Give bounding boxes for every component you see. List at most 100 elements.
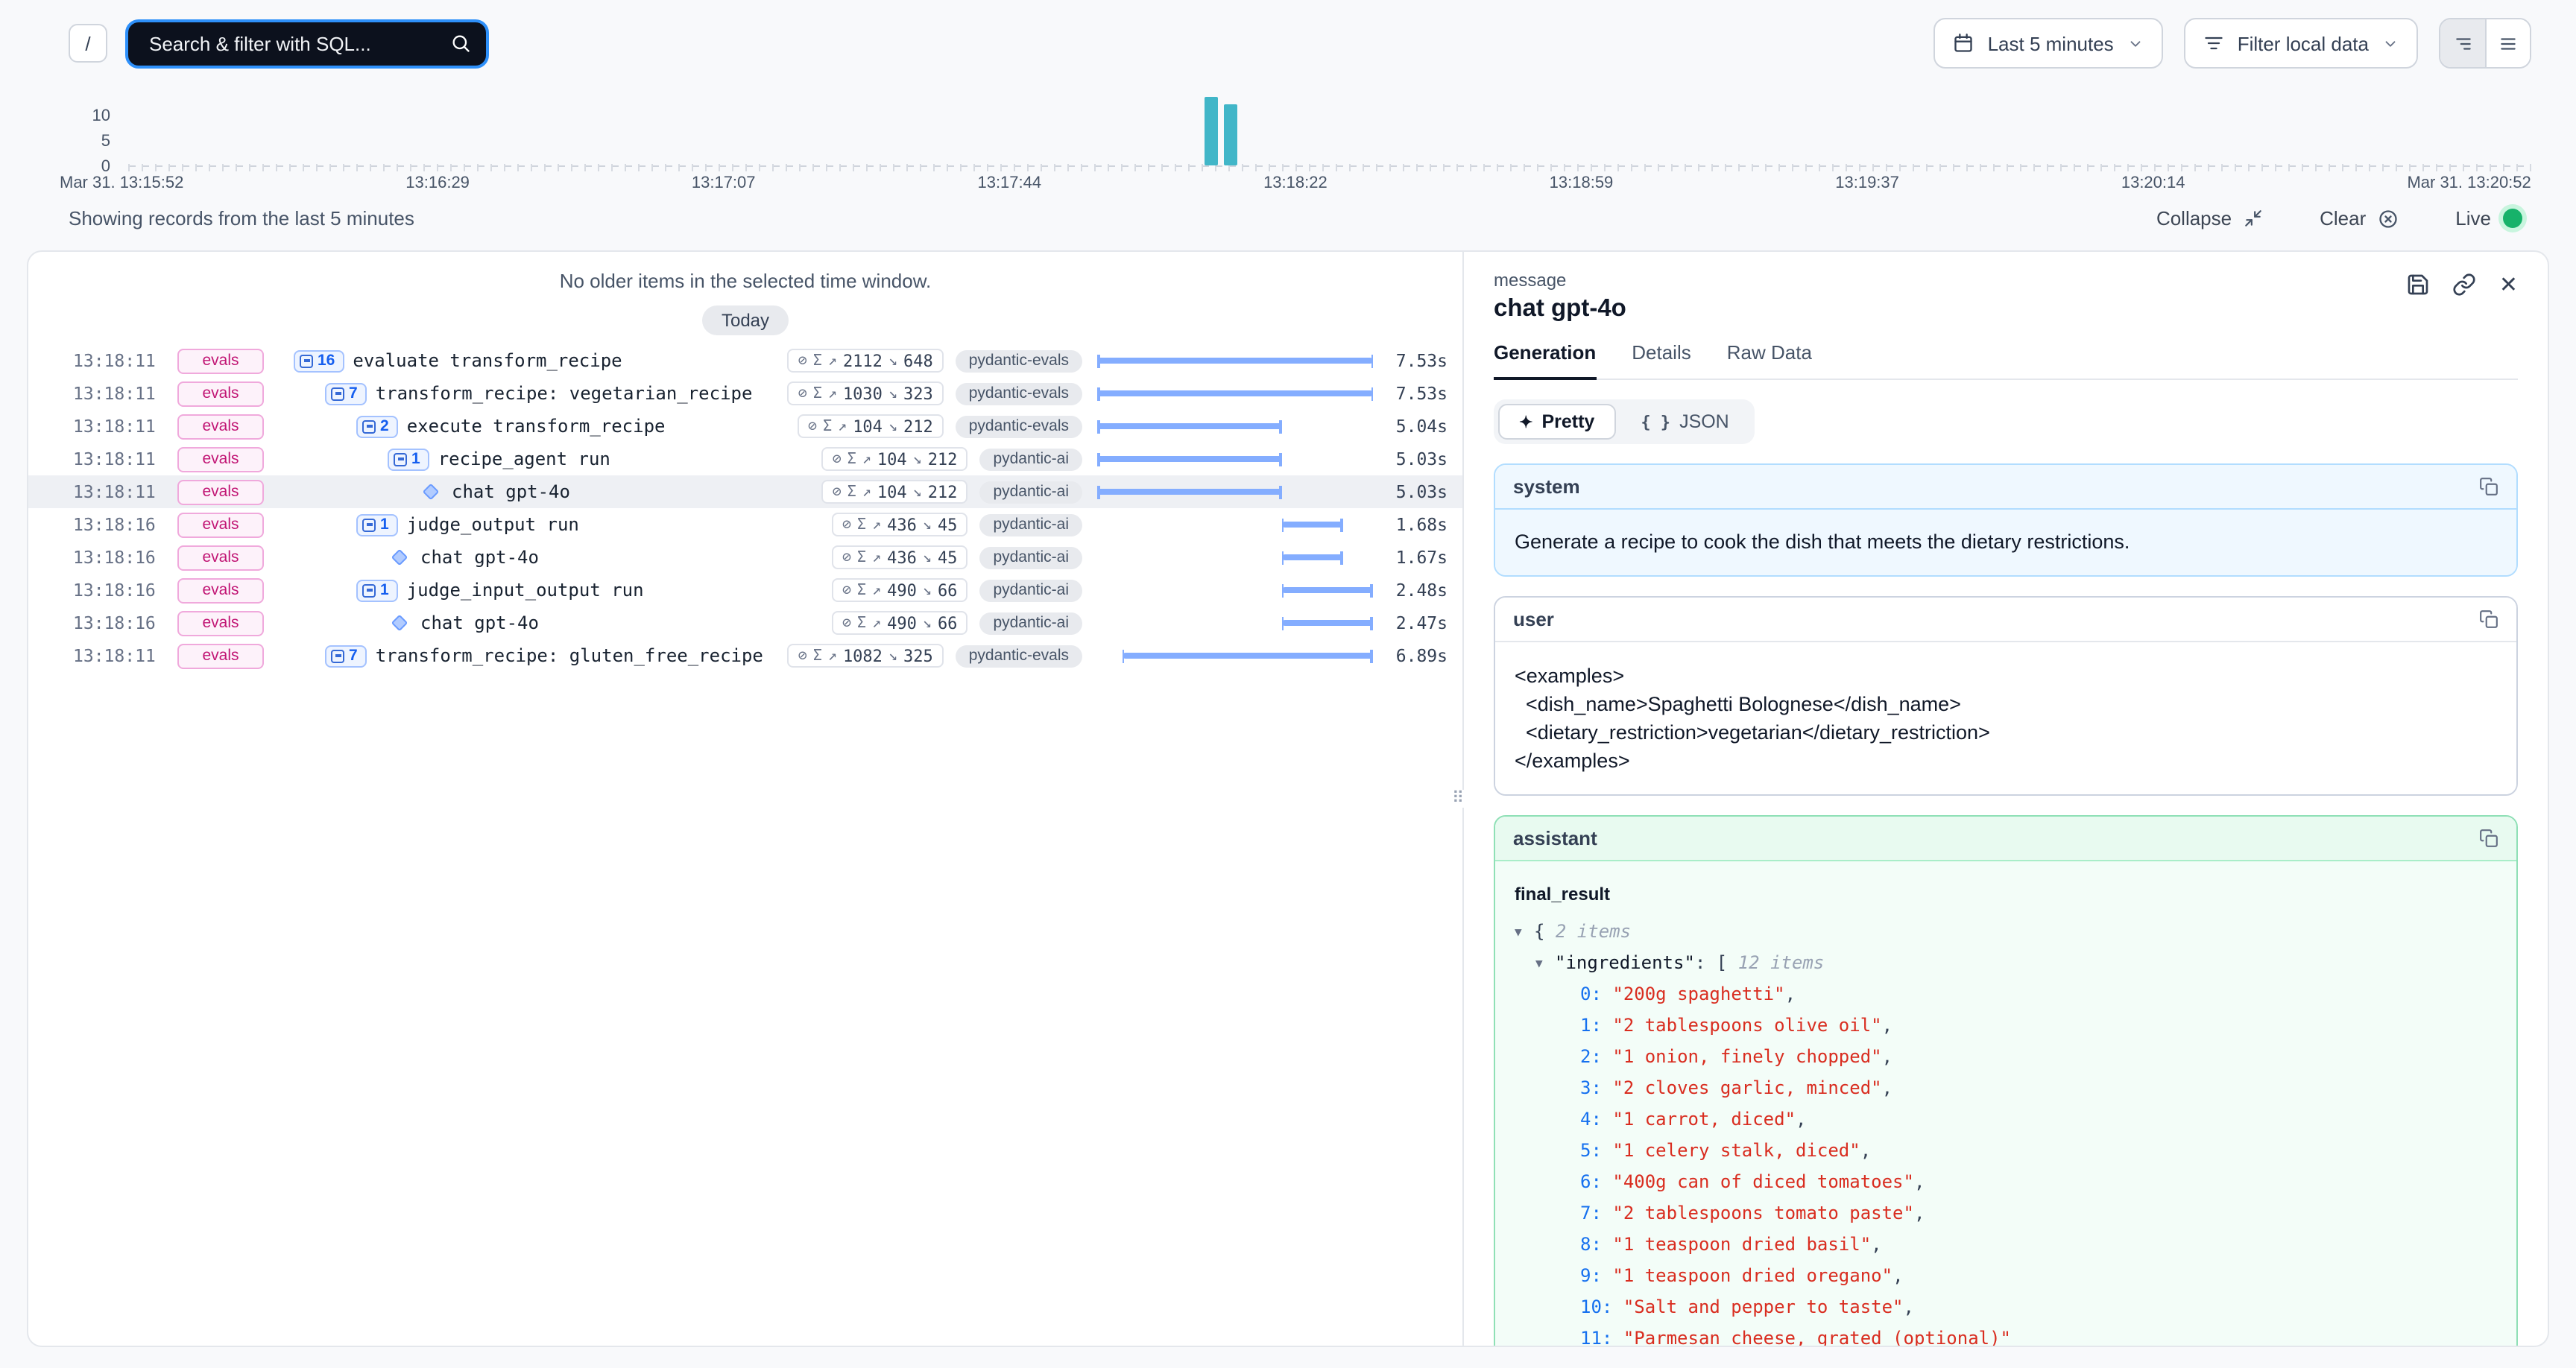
- live-label: Live: [2455, 207, 2491, 229]
- collapse-children-toggle[interactable]: 16: [294, 349, 344, 372]
- clear-label: Clear: [2320, 207, 2366, 229]
- trace-row[interactable]: 13:18:11evals2execute transform_recipe⊘Σ…: [28, 410, 1462, 443]
- user-message-card: user <examples> <dish_name>Spaghetti Bol…: [1494, 596, 2518, 796]
- timeline-cell: [1097, 612, 1373, 633]
- collapse-children-toggle[interactable]: 2: [356, 415, 398, 437]
- json-array-item: 3: "2 cloves garlic, minced",: [1580, 1073, 2497, 1104]
- copy-icon[interactable]: [2479, 609, 2498, 629]
- span-name: judge_output run: [407, 514, 579, 535]
- live-toggle[interactable]: Live: [2446, 206, 2531, 231]
- filter-local-data-select[interactable]: Filter local data: [2184, 18, 2418, 69]
- package-tag: pydantic-ai: [979, 546, 1082, 569]
- copy-icon[interactable]: [2479, 477, 2498, 496]
- output-tokens-value: 648: [903, 351, 933, 370]
- json-mode-button[interactable]: { } JSON: [1620, 404, 1749, 440]
- child-count: 7: [349, 647, 358, 665]
- record-kind-label: message: [1494, 270, 1626, 291]
- search-bar[interactable]: [125, 19, 489, 68]
- trace-row[interactable]: 13:18:11evals1recipe_agent run⊘Σ↗104↘212…: [28, 443, 1462, 475]
- chart-plot[interactable]: [128, 98, 2531, 167]
- row-timestamp: 13:18:11: [73, 383, 162, 404]
- assistant-message-card: assistant final_result ▼{ 2 items ▼"ingr…: [1494, 815, 2518, 1346]
- evals-badge[interactable]: evals: [177, 643, 264, 668]
- view-toggle-tree[interactable]: [2440, 19, 2485, 67]
- chart-tickmarks: [128, 164, 2531, 171]
- live-indicator-icon: [2503, 209, 2522, 228]
- trace-row[interactable]: 13:18:11evals16evaluate transform_recipe…: [28, 344, 1462, 377]
- collapse-children-toggle[interactable]: 1: [356, 579, 398, 601]
- evals-badge[interactable]: evals: [177, 479, 264, 504]
- evals-badge[interactable]: evals: [177, 545, 264, 570]
- output-tokens-icon: ↘: [888, 385, 897, 402]
- output-tokens-value: 66: [938, 613, 958, 633]
- timeline-cell: [1097, 449, 1373, 469]
- evals-badge[interactable]: evals: [177, 610, 264, 636]
- span-tree-cell: 1 judge_output run: [285, 513, 579, 536]
- duration-bar: [1097, 358, 1373, 364]
- evals-badge[interactable]: evals: [177, 381, 264, 406]
- evals-badge[interactable]: evals: [177, 414, 264, 439]
- json-index: 9:: [1580, 1265, 1612, 1286]
- token-usage-badge: ⊘Σ↗436↘45: [832, 513, 968, 536]
- json-array-item: 1: "2 tablespoons olive oil",: [1580, 1010, 2497, 1042]
- span-diamond-icon: [391, 615, 408, 632]
- child-count: 2: [380, 417, 389, 435]
- json-string-value: "200g spaghetti": [1612, 984, 1784, 1004]
- json-index: 10:: [1580, 1296, 1623, 1317]
- evals-badge[interactable]: evals: [177, 348, 264, 373]
- histogram-bar[interactable]: [1205, 97, 1218, 165]
- child-count: 1: [411, 450, 420, 468]
- detail-pane: message chat gpt-4o ✕ Generation Details…: [1464, 252, 2548, 1346]
- copy-link-icon[interactable]: [2453, 273, 2477, 297]
- json-array-item: 8: "1 teaspoon dried basil",: [1580, 1229, 2497, 1261]
- collapse-children-toggle[interactable]: 7: [325, 645, 367, 667]
- package-tag: pydantic-ai: [979, 448, 1082, 470]
- evals-badge[interactable]: evals: [177, 446, 264, 472]
- close-icon[interactable]: ✕: [2499, 273, 2518, 296]
- trace-row[interactable]: 13:18:11evalschat gpt-4o⊘Σ↗104↘212pydant…: [28, 475, 1462, 508]
- time-range-select[interactable]: Last 5 minutes: [1934, 18, 2163, 69]
- tab-raw-data[interactable]: Raw Data: [1727, 341, 1812, 379]
- search-input[interactable]: [146, 31, 441, 56]
- trace-row[interactable]: 13:18:11 evals 7transform_recipe: vegetari…: [28, 377, 1462, 410]
- trace-row[interactable]: 13:18:16evalschat gpt-4o⊘Σ↗436↘45pydanti…: [28, 541, 1462, 574]
- no-cache-icon: ⊘: [833, 451, 842, 467]
- showing-records-text: Showing records from the last 5 minutes: [69, 207, 414, 229]
- histogram-bar[interactable]: [1224, 104, 1237, 165]
- collapse-button[interactable]: Collapse: [2147, 206, 2272, 231]
- json-index: 4:: [1580, 1109, 1612, 1130]
- duration-label: 2.48s: [1373, 580, 1448, 601]
- json-index: 6:: [1580, 1171, 1612, 1192]
- trace-row[interactable]: 13:18:16evals1judge_output run⊘Σ↗436↘45p…: [28, 508, 1462, 541]
- evals-badge[interactable]: evals: [177, 577, 264, 603]
- x-tick: 13:17:07: [692, 174, 756, 192]
- caret-down-icon[interactable]: ▼: [1515, 916, 1534, 948]
- caret-down-icon[interactable]: ▼: [1535, 948, 1555, 979]
- trace-row[interactable]: 13:18:16evals1judge_input_output run⊘Σ↗4…: [28, 574, 1462, 607]
- tab-generation[interactable]: Generation: [1494, 341, 1596, 380]
- no-cache-icon: ⊘: [842, 615, 851, 631]
- output-tokens-value: 323: [903, 384, 933, 403]
- sigma-icon: Σ: [857, 516, 866, 533]
- collapse-children-toggle[interactable]: 1: [356, 513, 398, 536]
- token-usage-badge: ⊘Σ↗104↘212: [822, 447, 968, 471]
- pretty-mode-button[interactable]: ✦ Pretty: [1498, 404, 1615, 440]
- copy-icon[interactable]: [2479, 829, 2498, 848]
- pane-resize-handle[interactable]: ⠿: [1452, 790, 1464, 808]
- duration-label: 5.03s: [1373, 481, 1448, 502]
- collapse-children-toggle[interactable]: 7: [325, 382, 367, 405]
- no-cache-icon: ⊘: [842, 516, 851, 533]
- save-view-icon[interactable]: [2407, 273, 2431, 297]
- output-tokens-value: 45: [938, 515, 958, 534]
- clear-button[interactable]: Clear: [2311, 206, 2408, 231]
- view-toggle-list[interactable]: [2485, 19, 2530, 67]
- evals-badge[interactable]: evals: [177, 512, 264, 537]
- trace-row[interactable]: 13:18:16evalschat gpt-4o⊘Σ↗490↘66pydanti…: [28, 607, 1462, 639]
- json-string-value: "Parmesan cheese, grated (optional)": [1623, 1328, 2011, 1346]
- collapse-children-toggle[interactable]: 1: [388, 448, 429, 470]
- trace-row[interactable]: 13:18:11evals7transform_recipe: gluten_f…: [28, 639, 1462, 672]
- output-tokens-icon: ↘: [913, 484, 922, 500]
- tab-details[interactable]: Details: [1632, 341, 1691, 379]
- no-cache-icon: ⊘: [798, 385, 807, 402]
- span-tree-cell: 7transform_recipe: vegetarian_recipe: [285, 382, 752, 405]
